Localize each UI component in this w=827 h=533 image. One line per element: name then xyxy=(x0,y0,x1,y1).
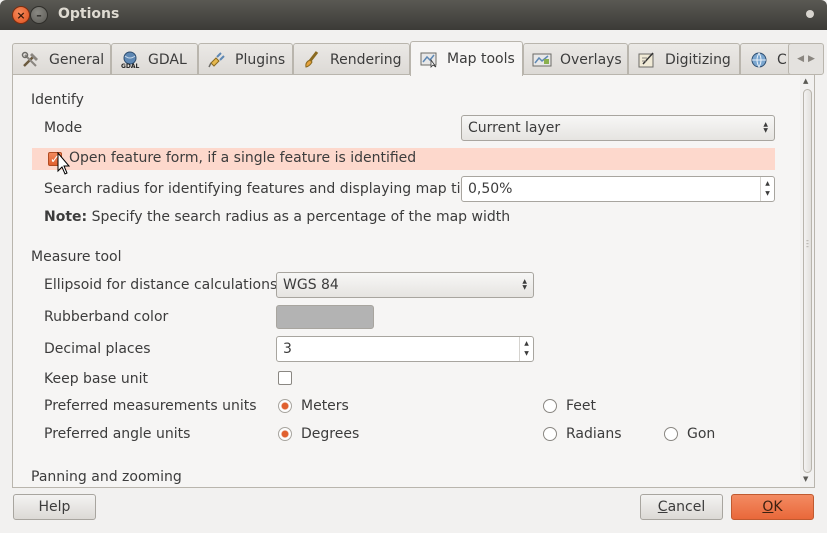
pref-units-label: Preferred measurements units xyxy=(44,398,257,414)
open-form-label: Open feature form, if a single feature i… xyxy=(69,150,417,166)
tab-scroll-buttons[interactable]: ◀ ▶ xyxy=(788,43,824,75)
feet-label: Feet xyxy=(566,398,597,414)
keep-base-unit-label: Keep base unit xyxy=(44,371,148,387)
tab-general[interactable]: General xyxy=(12,43,111,75)
keep-base-unit-checkbox[interactable] xyxy=(278,371,292,385)
combo-arrows-icon: ▲ ▼ xyxy=(763,121,768,134)
ellipsoid-label: Ellipsoid for distance calculations xyxy=(44,277,278,293)
search-radius-label: Search radius for identifying features a… xyxy=(44,181,477,197)
overlays-icon xyxy=(532,51,552,69)
tab-label: C xyxy=(777,51,787,68)
tab-rendering[interactable]: Rendering xyxy=(293,43,410,75)
digitizing-icon xyxy=(637,51,657,69)
search-radius-value: 0,50% xyxy=(468,181,513,197)
tab-label: GDAL xyxy=(148,51,187,68)
tab-scroll-left-icon[interactable]: ◀ xyxy=(797,54,804,64)
degrees-radio[interactable] xyxy=(278,427,292,441)
tab-overlays[interactable]: Overlays xyxy=(523,43,628,75)
tab-digitizing[interactable]: Digitizing xyxy=(628,43,740,75)
search-radius-note: Note: Specify the search radius as a per… xyxy=(44,209,510,225)
tab-label: Digitizing xyxy=(665,51,731,68)
brush-icon xyxy=(302,50,322,69)
scrollbar-thumb[interactable] xyxy=(803,89,812,473)
gdal-icon: GDAL xyxy=(120,51,140,70)
rubberband-label: Rubberband color xyxy=(44,309,169,325)
search-radius-spinbox[interactable]: 0,50% ▲ ▼ xyxy=(461,176,775,202)
radians-radio[interactable] xyxy=(543,427,557,441)
map-tools-panel: Identify Mode Current layer ▲ ▼ ✓ Open fe… xyxy=(12,74,815,488)
tab-scroll-right-icon[interactable]: ▶ xyxy=(808,54,815,64)
panning-section-title: Panning and zooming xyxy=(31,469,182,485)
minimize-window-button[interactable]: – xyxy=(30,6,48,24)
tab-label: General xyxy=(49,51,105,68)
tools-icon xyxy=(21,51,41,69)
ellipsoid-select[interactable]: WGS 84 ▲ ▼ xyxy=(276,272,534,298)
globe-icon xyxy=(749,51,769,69)
cancel-mnemonic: C xyxy=(657,499,668,515)
mode-value: Current layer xyxy=(468,120,561,136)
plugin-icon xyxy=(207,51,227,69)
ok-mnemonic: O xyxy=(762,499,774,515)
scroll-grip-icon: --- xyxy=(806,236,809,251)
scroll-up-icon[interactable]: ▲ xyxy=(803,77,808,85)
window-menu-icon[interactable] xyxy=(806,10,814,18)
mode-label: Mode xyxy=(44,120,83,136)
tab-label: Overlays xyxy=(560,51,622,68)
meters-label: Meters xyxy=(301,398,349,414)
map-tools-icon xyxy=(419,50,439,68)
meters-radio[interactable] xyxy=(278,399,292,413)
rubberband-color-button[interactable] xyxy=(276,305,374,329)
window-title: Options xyxy=(58,6,120,22)
close-window-button[interactable]: × xyxy=(12,6,30,24)
gon-radio[interactable] xyxy=(664,427,678,441)
tab-bar: General GDAL GDAL Plugins Rendering Map … xyxy=(12,41,824,76)
tab-plugins[interactable]: Plugins xyxy=(198,43,293,75)
note-text: Specify the search radius as a percentag… xyxy=(87,209,511,225)
tab-label: Rendering xyxy=(330,51,402,68)
ok-button[interactable]: OK xyxy=(731,494,814,520)
combo-arrows-icon: ▲ ▼ xyxy=(522,278,527,291)
spin-arrows-icon[interactable]: ▲ ▼ xyxy=(760,177,774,201)
note-bold: Note: xyxy=(44,209,88,225)
tab-gdal[interactable]: GDAL GDAL xyxy=(111,43,198,75)
cancel-button[interactable]: Cancel xyxy=(640,494,723,520)
help-button[interactable]: Help xyxy=(13,494,96,520)
cancel-label-rest: ancel xyxy=(667,499,706,515)
mode-select[interactable]: Current layer ▲ ▼ xyxy=(461,115,775,141)
ellipsoid-value: WGS 84 xyxy=(283,277,339,293)
ok-label-rest: K xyxy=(773,499,783,515)
tab-label: Plugins xyxy=(235,51,286,68)
panel-scrollbar[interactable]: ▲ --- ▼ xyxy=(800,75,814,487)
spin-arrows-icon[interactable]: ▲ ▼ xyxy=(519,337,533,361)
gon-label: Gon xyxy=(687,426,716,442)
decimal-places-label: Decimal places xyxy=(44,341,151,357)
tab-label: Map tools xyxy=(447,51,515,67)
decimal-places-value: 3 xyxy=(283,341,292,357)
title-bar: × – Options xyxy=(0,0,827,30)
identify-section-title: Identify xyxy=(31,92,84,108)
svg-text:GDAL: GDAL xyxy=(121,63,140,69)
scroll-down-icon[interactable]: ▼ xyxy=(803,475,808,483)
degrees-label: Degrees xyxy=(301,426,360,442)
radians-label: Radians xyxy=(566,426,622,442)
decimal-places-spinbox[interactable]: 3 ▲ ▼ xyxy=(276,336,534,362)
feet-radio[interactable] xyxy=(543,399,557,413)
tab-map-tools[interactable]: Map tools xyxy=(410,41,523,76)
measure-section-title: Measure tool xyxy=(31,249,122,265)
pref-angle-label: Preferred angle units xyxy=(44,426,191,442)
